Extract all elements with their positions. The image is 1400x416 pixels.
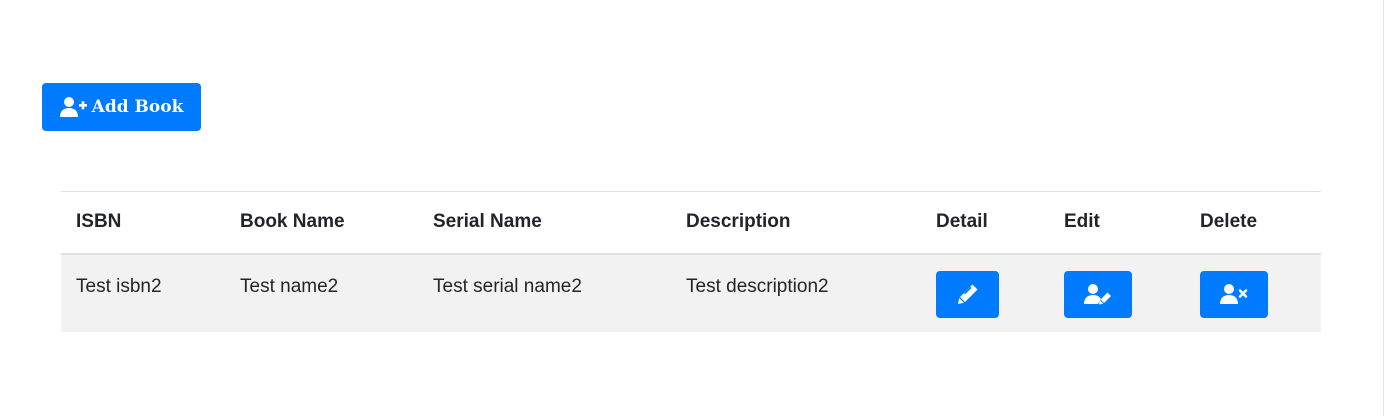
header-serial-name: Serial Name	[433, 211, 542, 233]
table-header-row: ISBN Book Name Serial Name Description D…	[61, 191, 1321, 254]
cell-description: Test description2	[686, 275, 829, 297]
page: Add Book ISBN Book Name Serial Name Desc…	[0, 0, 1400, 416]
pen-icon	[957, 283, 979, 305]
cell-book-name: Test name2	[240, 275, 339, 297]
table-body: Test isbn2 Test name2 Test serial name2 …	[61, 253, 1321, 332]
delete-button[interactable]	[1200, 270, 1268, 318]
header-description: Description	[686, 211, 791, 233]
table-header: ISBN Book Name Serial Name Description D…	[61, 191, 1321, 254]
books-table: ISBN Book Name Serial Name Description D…	[61, 191, 1321, 332]
user-edit-icon	[1084, 283, 1112, 305]
edit-button[interactable]	[1064, 270, 1132, 318]
user-plus-icon	[59, 96, 88, 118]
add-book-button[interactable]: Add Book	[42, 83, 201, 131]
header-book-name: Book Name	[240, 211, 345, 233]
table-row: Test isbn2 Test name2 Test serial name2 …	[61, 253, 1321, 332]
add-book-label: Add Book	[91, 97, 184, 117]
cell-isbn: Test isbn2	[76, 275, 162, 297]
user-times-icon	[1220, 283, 1248, 305]
header-edit: Edit	[1064, 211, 1100, 233]
cell-detail	[921, 254, 1049, 332]
cell-edit	[1049, 254, 1185, 332]
scrollbar[interactable]	[1383, 0, 1400, 416]
cell-delete	[1185, 254, 1321, 332]
cell-serial-name: Test serial name2	[433, 275, 582, 297]
header-delete: Delete	[1200, 211, 1258, 233]
detail-button[interactable]	[936, 270, 999, 318]
header-isbn: ISBN	[76, 211, 122, 233]
header-detail: Detail	[936, 211, 988, 233]
